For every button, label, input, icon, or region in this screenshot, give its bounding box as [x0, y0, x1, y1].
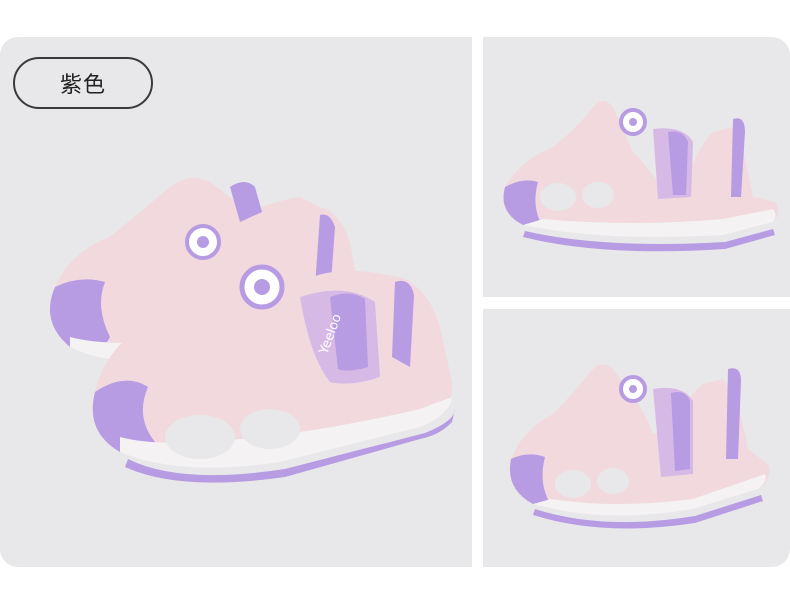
side-view-image — [483, 37, 790, 297]
sandal-side-illustration — [503, 101, 779, 252]
angle-view-image — [483, 309, 790, 567]
sandal-pair-illustration: Yeeloo — [50, 178, 455, 483]
main-product-image: 紫色 Yeeloo — [0, 37, 472, 567]
sandal-angle-illustration — [509, 364, 770, 529]
